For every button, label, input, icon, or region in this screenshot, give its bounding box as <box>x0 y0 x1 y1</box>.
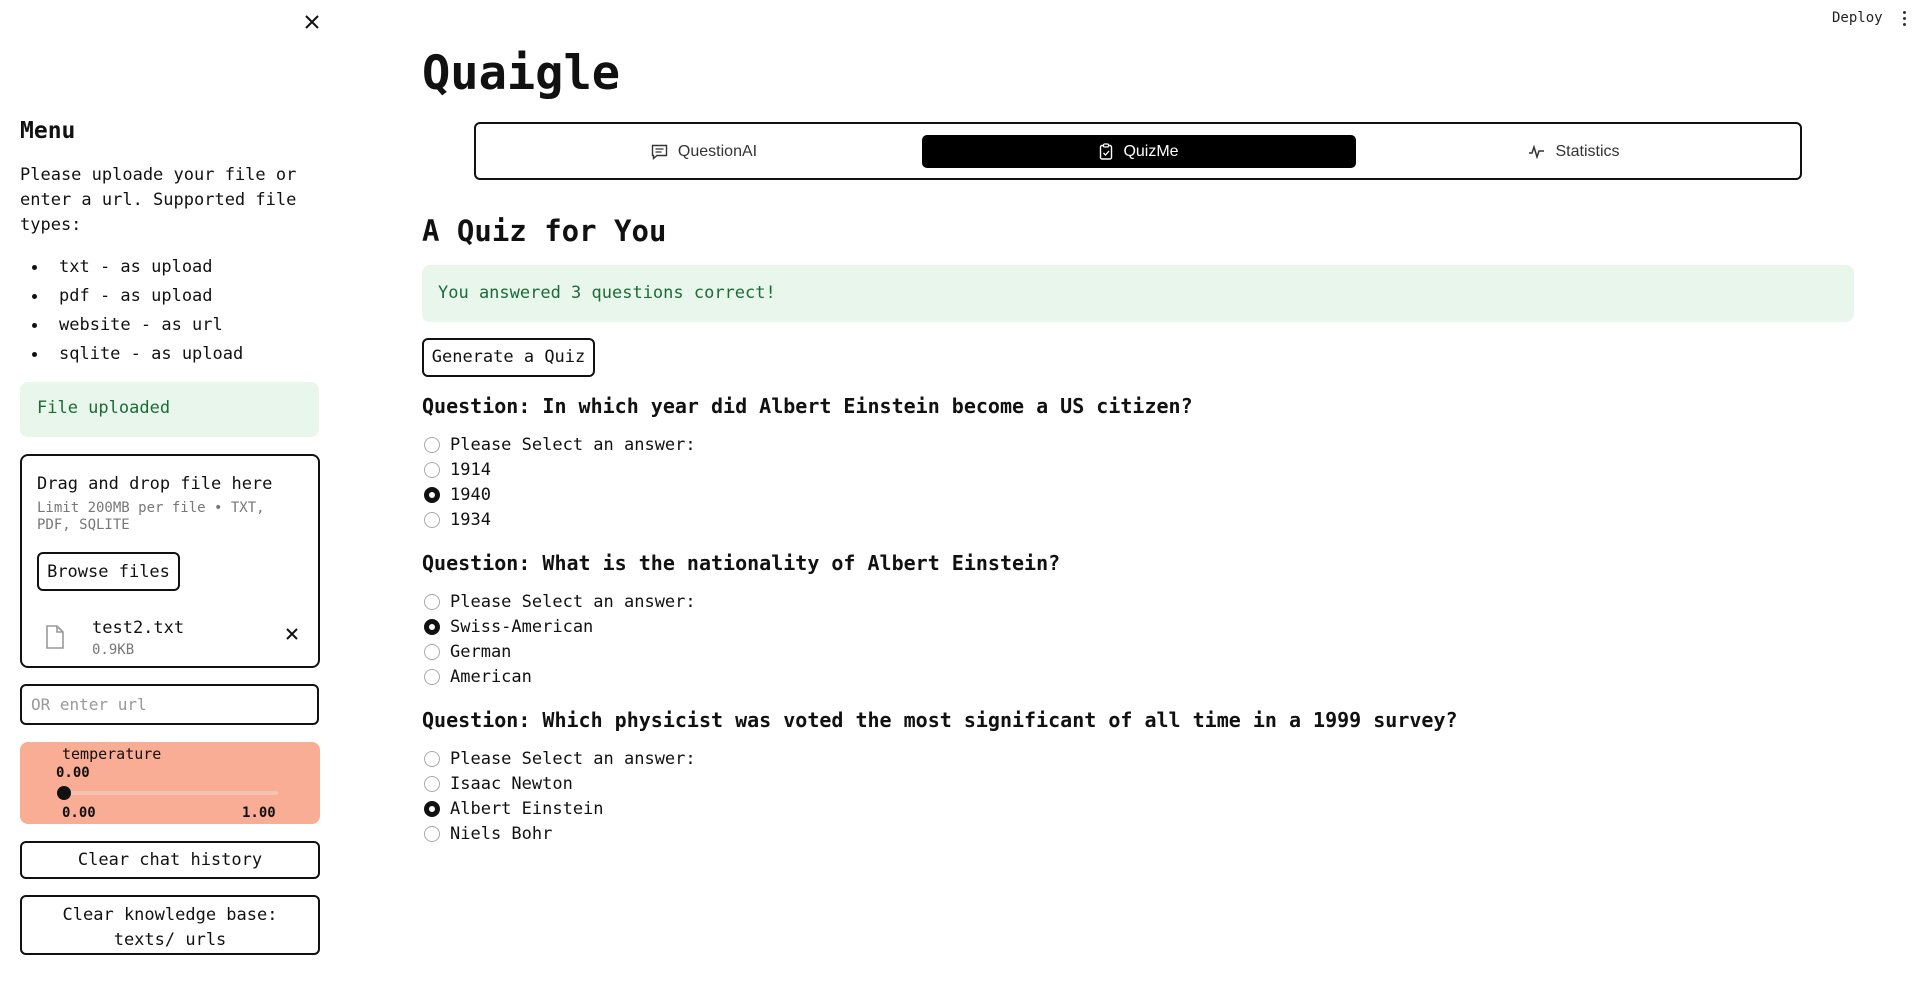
option-label: Albert Einstein <box>450 799 604 819</box>
radio-button[interactable] <box>424 619 440 635</box>
slider-max: 1.00 <box>242 805 276 821</box>
app-title: Quaigle <box>422 46 621 101</box>
slider-label: temperature <box>62 745 162 763</box>
clipboard-icon <box>1100 143 1113 160</box>
option-label: Please Select an answer: <box>450 435 696 455</box>
radio-button[interactable] <box>424 487 440 503</box>
slider-value: 0.00 <box>56 765 90 781</box>
file-icon <box>46 625 64 649</box>
list-item: txt - as upload <box>20 256 243 285</box>
option-label: Swiss-American <box>450 617 594 637</box>
answer-option[interactable]: 1914 <box>424 460 491 480</box>
answer-option[interactable]: Swiss-American <box>424 617 593 637</box>
section-title: A Quiz for You <box>422 214 667 248</box>
option-label: Please Select an answer: <box>450 592 696 612</box>
radio-button[interactable] <box>424 462 440 478</box>
option-label: American <box>450 667 532 687</box>
option-label: 1940 <box>450 485 491 505</box>
radio-button[interactable] <box>424 669 440 685</box>
tab-questionai[interactable]: QuestionAI <box>487 135 921 168</box>
upload-instructions: Please uploade your file or enter a url.… <box>20 165 297 235</box>
radio-button[interactable] <box>424 594 440 610</box>
tab-bar: QuestionAI QuizMe Statistics <box>474 122 1802 180</box>
answer-option[interactable]: 1934 <box>424 510 491 530</box>
answer-option[interactable]: Albert Einstein <box>424 799 604 819</box>
radio-button[interactable] <box>424 776 440 792</box>
slider-min: 0.00 <box>62 805 96 821</box>
list-item: pdf - as upload <box>20 285 243 314</box>
option-label: Isaac Newton <box>450 774 573 794</box>
generate-quiz-button[interactable]: Generate a Quiz <box>422 338 595 377</box>
clear-chat-button[interactable]: Clear chat history <box>20 841 320 879</box>
option-label: Niels Bohr <box>450 824 553 844</box>
list-item: sqlite - as upload <box>20 343 243 372</box>
tab-label: QuestionAI <box>677 142 758 160</box>
option-label: 1914 <box>450 460 491 480</box>
answer-option[interactable]: Please Select an answer: <box>424 749 696 769</box>
dropzone-title: Drag and drop file here <box>37 474 273 494</box>
question-title: Question: In which year did Albert Einst… <box>422 394 1193 418</box>
slider-thumb[interactable] <box>57 786 71 800</box>
slider-track[interactable] <box>62 791 278 795</box>
list-item: website - as url <box>20 314 243 343</box>
more-menu-icon[interactable] <box>1903 11 1907 29</box>
answer-option[interactable]: 1940 <box>424 485 491 505</box>
radio-button[interactable] <box>424 801 440 817</box>
close-icon[interactable] <box>300 10 324 34</box>
tab-label: QuizMe <box>1123 142 1179 160</box>
radio-button[interactable] <box>424 644 440 660</box>
answer-option[interactable]: Isaac Newton <box>424 774 573 794</box>
option-label: Please Select an answer: <box>450 749 696 769</box>
radio-button[interactable] <box>424 751 440 767</box>
answer-option[interactable]: German <box>424 642 511 662</box>
remove-file-icon[interactable] <box>284 626 300 642</box>
radio-button[interactable] <box>424 437 440 453</box>
temperature-slider: temperature 0.00 0.00 1.00 <box>20 742 320 824</box>
pulse-icon <box>1529 144 1545 159</box>
sidebar: Menu Please uploade your file or enter a… <box>0 0 334 998</box>
answer-option[interactable]: American <box>424 667 532 687</box>
option-label: 1934 <box>450 510 491 530</box>
menu-title: Menu <box>20 118 76 144</box>
browse-files-button[interactable]: Browse files <box>37 552 180 591</box>
upload-status-alert: File uploaded <box>20 382 319 437</box>
clear-knowledge-base-button[interactable]: Clear knowledge base: texts/ urls <box>20 895 320 955</box>
deploy-button[interactable]: Deploy <box>1832 10 1883 26</box>
answer-option[interactable]: Please Select an answer: <box>424 592 696 612</box>
radio-button[interactable] <box>424 826 440 842</box>
option-label: German <box>450 642 512 662</box>
question-title: Question: What is the nationality of Alb… <box>422 551 1061 575</box>
uploaded-file-name: test2.txt <box>92 618 185 638</box>
chat-icon <box>651 144 668 160</box>
tab-statistics[interactable]: Statistics <box>1357 135 1791 168</box>
file-types-list: txt - as upload pdf - as upload website … <box>20 256 243 372</box>
quiz-result-alert: You answered 3 questions correct! <box>422 265 1854 322</box>
answer-option[interactable]: Niels Bohr <box>424 824 552 844</box>
file-uploader[interactable]: Drag and drop file here Limit 200MB per … <box>20 454 320 668</box>
tab-label: Statistics <box>1555 142 1620 160</box>
radio-button[interactable] <box>424 512 440 528</box>
dropzone-limit: Limit 200MB per file • TXT, PDF, SQLITE <box>37 500 265 533</box>
url-input[interactable] <box>20 684 319 725</box>
question-title: Question: Which physicist was voted the … <box>422 708 1458 732</box>
uploaded-file-size: 0.9KB <box>92 642 135 658</box>
tab-quizme[interactable]: QuizMe <box>922 135 1356 168</box>
answer-option[interactable]: Please Select an answer: <box>424 435 696 455</box>
